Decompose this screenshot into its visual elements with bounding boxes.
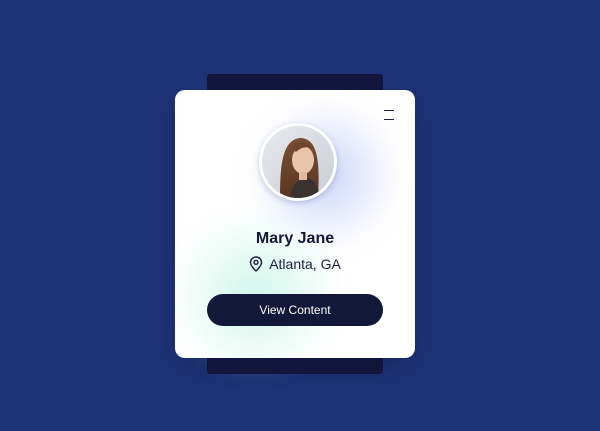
profile-name: Mary Jane bbox=[255, 230, 335, 247]
avatar bbox=[259, 123, 337, 201]
menu-icon[interactable] bbox=[382, 108, 396, 122]
menu-bar-top bbox=[384, 110, 394, 111]
profile-card: Mary Jane Atlanta, GA View Content bbox=[175, 90, 415, 358]
avatar-photo bbox=[262, 126, 334, 198]
view-content-button[interactable]: View Content bbox=[207, 294, 383, 326]
map-pin-icon bbox=[249, 256, 263, 272]
menu-bar-bottom bbox=[384, 119, 394, 120]
location-text: Atlanta, GA bbox=[269, 256, 341, 272]
profile-location: Atlanta, GA bbox=[175, 256, 415, 272]
page-background: Mary Jane Atlanta, GA View Content bbox=[0, 0, 600, 431]
